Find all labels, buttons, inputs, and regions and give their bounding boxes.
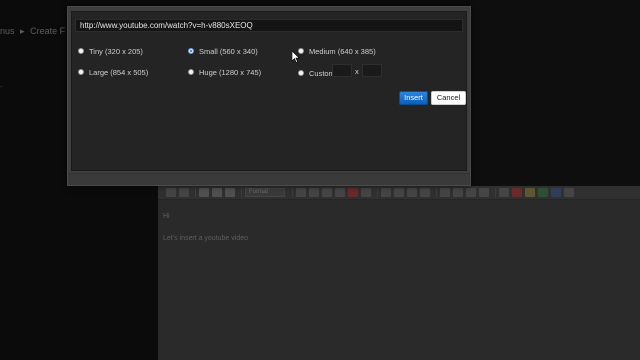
highlight-icon[interactable] [361, 188, 371, 197]
align-left-icon[interactable] [296, 188, 306, 197]
align-justify-icon[interactable] [335, 188, 345, 197]
horizontal-rule-icon[interactable] [479, 188, 489, 197]
toolbar-divider [377, 188, 378, 197]
size-option-medium[interactable]: Medium (640 x 385) [298, 45, 376, 57]
side-mark: - [0, 82, 3, 91]
breadcrumb: nus ▸ Create F [0, 26, 65, 37]
editor-line: Hi [163, 213, 170, 220]
bold-icon[interactable] [199, 188, 209, 197]
breadcrumb-item-create[interactable]: Create F [30, 26, 65, 36]
table-icon[interactable] [466, 188, 476, 197]
youtube-icon[interactable] [512, 188, 522, 197]
custom-size-separator: x [355, 67, 359, 76]
outdent-icon[interactable] [407, 188, 417, 197]
rich-text-editor: Format Hi Let's insert a youtube video [158, 186, 640, 360]
dialog-body: http://www.youtube.com/watch?v=h-v880sXE… [71, 11, 467, 171]
format-select[interactable]: Format [245, 188, 285, 197]
undo-icon[interactable] [166, 188, 176, 197]
screen: nus ▸ Create F - Format Hi Let's insert … [0, 0, 640, 360]
insert-button[interactable]: Insert [399, 91, 428, 105]
image-icon[interactable] [499, 188, 509, 197]
numbered-list-icon[interactable] [394, 188, 404, 197]
size-option-small[interactable]: Small (560 x 340) [188, 45, 258, 57]
insert-video-dialog: http://www.youtube.com/watch?v=h-v880sXE… [67, 6, 471, 186]
size-option-label: Medium (640 x 385) [309, 46, 376, 56]
link-icon[interactable] [440, 188, 450, 197]
redo-icon[interactable] [179, 188, 189, 197]
code-icon[interactable] [551, 188, 561, 197]
text-color-icon[interactable] [348, 188, 358, 197]
editor-line: Let's insert a youtube video [163, 235, 249, 242]
custom-width-input[interactable] [332, 64, 352, 77]
background-panel [470, 0, 640, 186]
radio-button[interactable] [78, 69, 84, 75]
align-center-icon[interactable] [309, 188, 319, 197]
size-option-label: Tiny (320 x 205) [89, 46, 143, 56]
radio-button-selected[interactable] [188, 48, 194, 54]
attachment-icon[interactable] [538, 188, 548, 197]
video-url-input[interactable]: http://www.youtube.com/watch?v=h-v880sXE… [75, 19, 463, 32]
radio-button[interactable] [298, 70, 304, 76]
emoticon-icon[interactable] [525, 188, 535, 197]
size-option-label: Small (560 x 340) [199, 46, 258, 56]
toolbar-divider [195, 188, 196, 197]
toolbar-divider [436, 188, 437, 197]
radio-button[interactable] [188, 69, 194, 75]
indent-icon[interactable] [420, 188, 430, 197]
editor-toolbar: Format [158, 186, 640, 200]
radio-button[interactable] [78, 48, 84, 54]
cancel-button[interactable]: Cancel [431, 91, 466, 105]
breadcrumb-separator: ▸ [20, 26, 25, 36]
size-option-tiny[interactable]: Tiny (320 x 205) [78, 45, 143, 57]
size-option-label: Custom [309, 68, 335, 78]
toolbar-divider [495, 188, 496, 197]
size-option-large[interactable]: Large (854 x 505) [78, 66, 148, 78]
toolbar-divider [292, 188, 293, 197]
toolbar-divider [241, 188, 242, 197]
dialog-footer [68, 173, 470, 185]
size-option-label: Large (854 x 505) [89, 67, 149, 77]
source-icon[interactable] [564, 188, 574, 197]
mouse-cursor-icon [292, 51, 300, 63]
size-option-huge[interactable]: Huge (1280 x 745) [188, 66, 261, 78]
editor-content[interactable]: Hi Let's insert a youtube video [163, 206, 248, 250]
size-option-custom[interactable]: Custom [298, 67, 335, 79]
unlink-icon[interactable] [453, 188, 463, 197]
bullet-list-icon[interactable] [381, 188, 391, 197]
align-right-icon[interactable] [322, 188, 332, 197]
italic-icon[interactable] [212, 188, 222, 197]
size-option-label: Huge (1280 x 745) [199, 67, 262, 77]
custom-height-input[interactable] [362, 64, 382, 77]
breadcrumb-item-menus[interactable]: nus [0, 26, 15, 36]
underline-icon[interactable] [225, 188, 235, 197]
